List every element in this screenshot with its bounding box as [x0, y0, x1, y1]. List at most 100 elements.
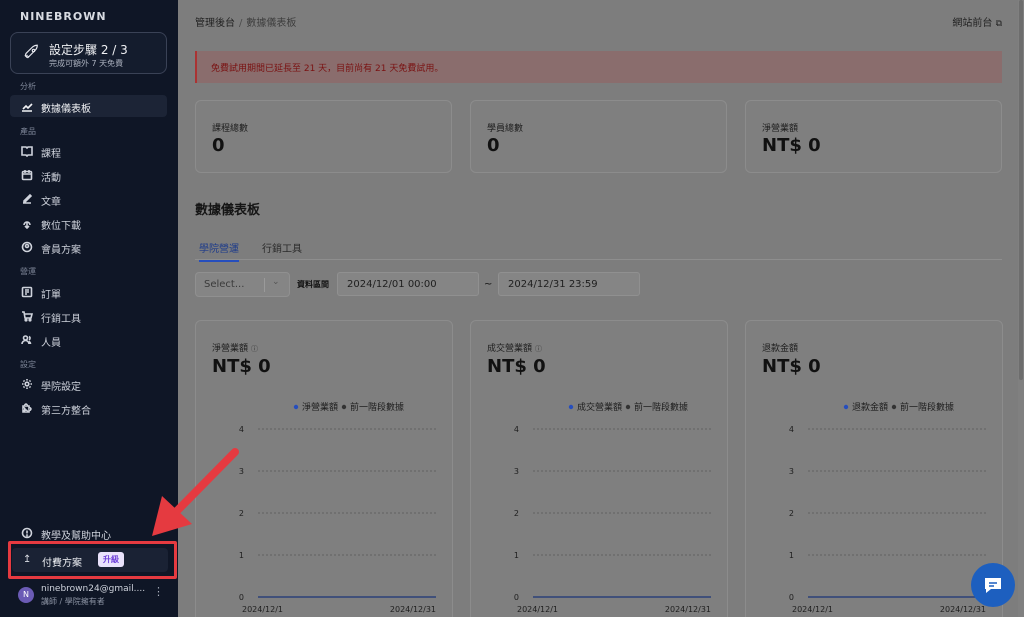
stat-value: 0 [212, 135, 225, 156]
info-icon[interactable]: ⓘ [535, 345, 542, 353]
y-tick-label: 4 [789, 425, 794, 434]
y-tick-label: 4 [514, 425, 519, 434]
chart-title-text: 成交營業額 [487, 344, 533, 354]
y-tick-label: 1 [789, 551, 794, 560]
sidebar-item-marketing[interactable]: 行銷工具 [10, 305, 167, 327]
help-icon [21, 527, 33, 539]
scrollbar[interactable] [1018, 0, 1024, 617]
main-content: 管理後台 / 數據儀表板 網站前台 ⧉ 免費試用期間已延長至 21 天，目前尚有 2… [178, 0, 1024, 617]
member-icon [21, 241, 33, 253]
chevron-down-icon: ⌄ [272, 277, 280, 287]
section-label-operations: 營運 [20, 267, 36, 276]
y-tick-label: 3 [789, 467, 794, 476]
rocket-icon [23, 43, 41, 61]
gear-icon [21, 378, 33, 390]
legend-marker [341, 404, 347, 410]
trial-alert: 免費試用期間已延長至 21 天，目前尚有 21 天免費試用。 [195, 51, 1002, 83]
start-date-value: 2024/12/01 00:00 [347, 279, 437, 290]
trial-alert-text: 免費試用期間已延長至 21 天，目前尚有 21 天免費試用。 [211, 64, 444, 74]
chart-value: NT$ 0 [212, 356, 271, 377]
dashboard-tabs: 學院營運 行銷工具 [195, 238, 1002, 262]
edit-icon [21, 193, 33, 205]
sidebar-item-events[interactable]: 活動 [10, 164, 167, 186]
range-separator: ~ [484, 279, 493, 290]
section-label-analytics: 分析 [20, 82, 36, 91]
chat-button[interactable] [971, 563, 1015, 607]
cart-icon [21, 310, 34, 322]
book-icon [21, 145, 33, 158]
annotation-arrow [152, 448, 239, 536]
page-title: 數據儀表板 [195, 203, 261, 218]
legend-label: 淨營業額 [302, 401, 338, 413]
sidebar-item-paid-plan[interactable]: ↥ 付費方案 升級 [12, 548, 168, 572]
front-site-link[interactable]: 網站前台 ⧉ [952, 14, 1002, 29]
stat-card-courses: 課程總數 0 [195, 100, 452, 173]
stat-value: 0 [487, 135, 500, 156]
sidebar-item-dashboard[interactable]: 數據儀表板 [10, 95, 167, 117]
x-tick-label: 2024/12/1 [792, 605, 833, 614]
start-date-input[interactable]: 2024/12/01 00:00 [337, 272, 479, 296]
line-chart: 退款金額 前一階段數據 0 1 2 3 4 2024/12/1 2024/12/31 [789, 401, 986, 614]
y-tick-label: 0 [514, 593, 519, 602]
stat-label: 課程總數 [212, 124, 249, 134]
y-tick-label: 3 [514, 467, 519, 476]
y-tick-label: 1 [514, 551, 519, 560]
sidebar-item-label: 數位下載 [41, 221, 81, 232]
orders-icon [21, 286, 33, 298]
legend-label: 前一階段數據 [900, 401, 954, 413]
upgrade-badge[interactable]: 升級 [98, 552, 124, 567]
legend-marker [891, 404, 897, 410]
legend-marker [293, 404, 299, 410]
end-date-value: 2024/12/31 23:59 [508, 279, 598, 290]
date-range-label: 資料區間 [297, 280, 329, 289]
stat-card-net-revenue: 淨營業額 NT$ 0 [745, 100, 1002, 173]
sidebar-item-downloads[interactable]: 數位下載 [10, 212, 167, 234]
chat-icon [985, 578, 1001, 593]
sidebar-item-integrations[interactable]: 第三方整合 [10, 397, 167, 419]
chart-title: 淨營業額 ⓘ [212, 341, 258, 354]
sidebar-item-orders[interactable]: 訂單 [10, 281, 167, 303]
sidebar-item-articles[interactable]: 文章 [10, 188, 167, 210]
download-icon [21, 217, 33, 230]
breadcrumb-separator: / [239, 18, 243, 29]
tab-academy-operations[interactable]: 學院營運 [199, 240, 239, 262]
breadcrumb-root[interactable]: 管理後台 [195, 18, 235, 29]
x-tick-label: 2024/12/31 [390, 605, 436, 614]
sidebar-item-label: 訂單 [41, 290, 61, 301]
upgrade-icon: ↥ [23, 554, 32, 565]
chart-icon [21, 100, 33, 112]
y-tick-label: 0 [789, 593, 794, 602]
y-tick-label: 2 [514, 509, 519, 518]
info-icon[interactable]: ⓘ [251, 345, 258, 353]
x-tick-label: 2024/12/31 [940, 605, 986, 614]
sidebar-item-staff[interactable]: 人員 [10, 329, 167, 351]
scrollbar-thumb[interactable] [1019, 0, 1023, 380]
course-select[interactable]: Select... ⌄ [195, 272, 290, 297]
front-site-label: 網站前台 [952, 18, 993, 29]
breadcrumb: 管理後台 / 數據儀表板 [195, 14, 296, 29]
sidebar-item-label: 學院設定 [41, 382, 81, 393]
end-date-input[interactable]: 2024/12/31 23:59 [498, 272, 640, 296]
legend-label: 前一階段數據 [350, 401, 404, 413]
sidebar-item-courses[interactable]: 課程 [10, 140, 167, 162]
sidebar-item-label: 活動 [41, 173, 61, 184]
select-placeholder: Select... [204, 279, 245, 290]
sidebar-item-label: 課程 [41, 149, 61, 160]
user-profile[interactable]: N ninebrown24@gmail.... 講師 / 學院擁有者 ⋮ [10, 584, 170, 614]
chart-title: 退款金額 [762, 344, 799, 354]
setup-progress-card[interactable]: 設定步驟 2 / 3 完成可額外 7 天免費 [10, 32, 167, 74]
avatar: N [18, 587, 34, 603]
tab-marketing-tools[interactable]: 行銷工具 [262, 240, 302, 255]
sidebar-item-academy-settings[interactable]: 學院設定 [10, 373, 167, 395]
select-divider [264, 278, 265, 292]
legend-label: 退款金額 [852, 401, 888, 413]
user-email: ninebrown24@gmail.... [41, 584, 146, 594]
sidebar-item-membership[interactable]: 會員方案 [10, 236, 167, 258]
users-icon [21, 334, 33, 346]
stat-value: NT$ 0 [762, 135, 821, 156]
chart-title: 成交營業額 ⓘ [487, 341, 542, 354]
more-options-icon[interactable]: ⋮ [153, 585, 164, 598]
brand-logo: NINEBROWN [20, 10, 107, 23]
external-link-icon: ⧉ [995, 19, 1002, 29]
section-label-products: 產品 [20, 127, 36, 136]
